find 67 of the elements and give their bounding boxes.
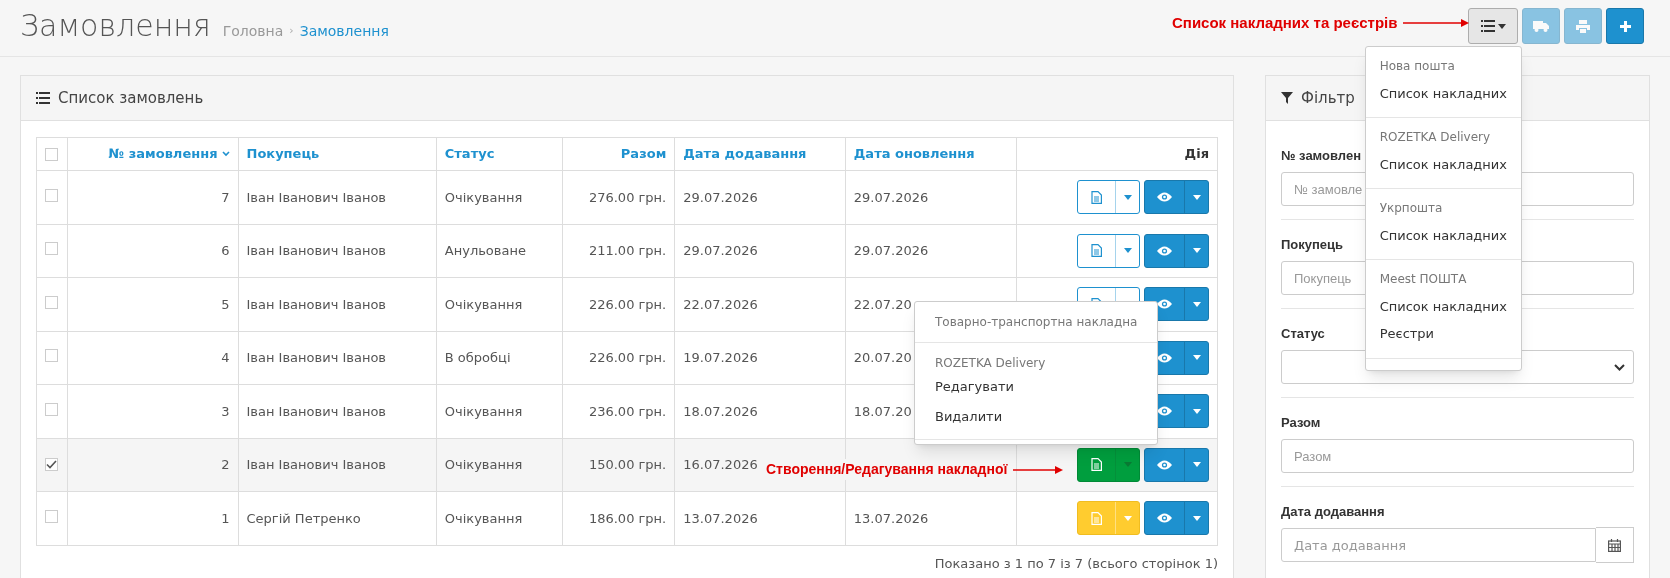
- page-title: Замовлення: [20, 8, 211, 44]
- menu-header: ROZETKA Delivery: [935, 355, 1046, 370]
- table-cell: 18.07.20: [853, 403, 912, 419]
- menu-item[interactable]: Список накладних: [1365, 221, 1521, 249]
- table-cell: Очікування: [444, 457, 523, 472]
- table-cell: 1: [221, 510, 230, 526]
- table-cell: 4: [221, 350, 230, 365]
- breadcrumb-separator: ›: [289, 23, 294, 40]
- table-cell: Іван Іванович Іванов: [246, 243, 387, 258]
- table-cell: 13.07.2026: [683, 510, 758, 526]
- table-cell: Іван Іванович Іванов: [246, 403, 387, 419]
- table-cell: Іван Іванович Іванов: [246, 189, 387, 205]
- annotation-text: Створення/Редагування накладної: [766, 459, 1008, 480]
- menu-header: Нова пошта: [1379, 59, 1455, 73]
- table-cell: В обробці: [444, 350, 511, 365]
- menu-item[interactable]: Реєстри: [1365, 320, 1521, 348]
- table-cell: 22.07.20: [853, 296, 912, 312]
- table-cell: Очікування: [444, 189, 523, 205]
- table-cell: 19.07.2026: [683, 350, 758, 365]
- table-cell: 226.00 грн.: [588, 296, 667, 312]
- table-cell: Іван Іванович Іванов: [246, 350, 387, 365]
- table-cell: Сергій Петренко: [246, 510, 361, 526]
- table-cell: 211.00 грн.: [588, 243, 667, 258]
- table-cell: 3: [221, 403, 230, 419]
- menu-header: Товарно-транспортна накладна: [935, 315, 1138, 329]
- column-header[interactable]: Дія: [1184, 144, 1209, 164]
- table-cell: 186.00 грн.: [588, 510, 667, 526]
- table-cell: 29.07.2026: [683, 189, 758, 205]
- table-cell: Іван Іванович Іванов: [246, 296, 387, 312]
- field-label: Разом: [1281, 415, 1321, 430]
- menu-header: ROZETKA Delivery: [1379, 130, 1491, 144]
- menu-item[interactable]: Видалити: [915, 401, 1158, 431]
- pagination-text: Показано з 1 по 7 із 7 (всього сторінок 1): [934, 554, 1218, 573]
- table-cell: 236.00 грн.: [588, 403, 667, 419]
- field-label: Дата додавання: [1281, 504, 1385, 519]
- table-cell: 29.07.2026: [853, 243, 929, 258]
- panel-title: Фільтр: [1301, 87, 1355, 109]
- panel-title: Список замовлень: [58, 87, 204, 109]
- menu-item[interactable]: Список накладних: [1365, 292, 1521, 320]
- table-cell: 18.07.2026: [683, 403, 758, 419]
- table-cell: Анульоване: [444, 243, 526, 258]
- table-cell: 16.07.2026: [683, 457, 758, 472]
- menu-item[interactable]: Редагувати: [915, 372, 1158, 402]
- menu-header: Meest ПОШТА: [1379, 272, 1467, 286]
- menu-item[interactable]: Список накладних: [1365, 79, 1521, 107]
- date-field[interactable]: Дата додавання: [1281, 528, 1596, 562]
- annotation-text: Список накладних та реєстрів: [1172, 13, 1398, 33]
- input-field[interactable]: Разом: [1281, 439, 1634, 473]
- table-cell: 2: [221, 457, 230, 472]
- table-cell: 22.07.2026: [683, 296, 758, 312]
- table-cell: 150.00 грн.: [588, 457, 667, 472]
- field-label: Статус: [1281, 326, 1325, 341]
- table-cell: 29.07.2026: [683, 243, 758, 258]
- table-cell: 7: [221, 189, 230, 205]
- table-cell: 5: [221, 296, 230, 312]
- table-cell: 6: [221, 243, 230, 258]
- field-label: Покупець: [1281, 237, 1344, 252]
- table-cell: Очікування: [444, 403, 523, 419]
- table-cell: 20.07.20: [853, 350, 912, 365]
- table-cell: Очікування: [444, 510, 523, 526]
- table-cell: 13.07.2026: [853, 510, 929, 526]
- table-cell: Очікування: [444, 296, 523, 312]
- field-label: № замовлен: [1281, 148, 1361, 163]
- table-cell: 226.00 грн.: [588, 350, 667, 365]
- table-cell: 29.07.2026: [853, 189, 929, 205]
- table-cell: 276.00 грн.: [588, 189, 667, 205]
- table-cell: Іван Іванович Іванов: [246, 457, 387, 472]
